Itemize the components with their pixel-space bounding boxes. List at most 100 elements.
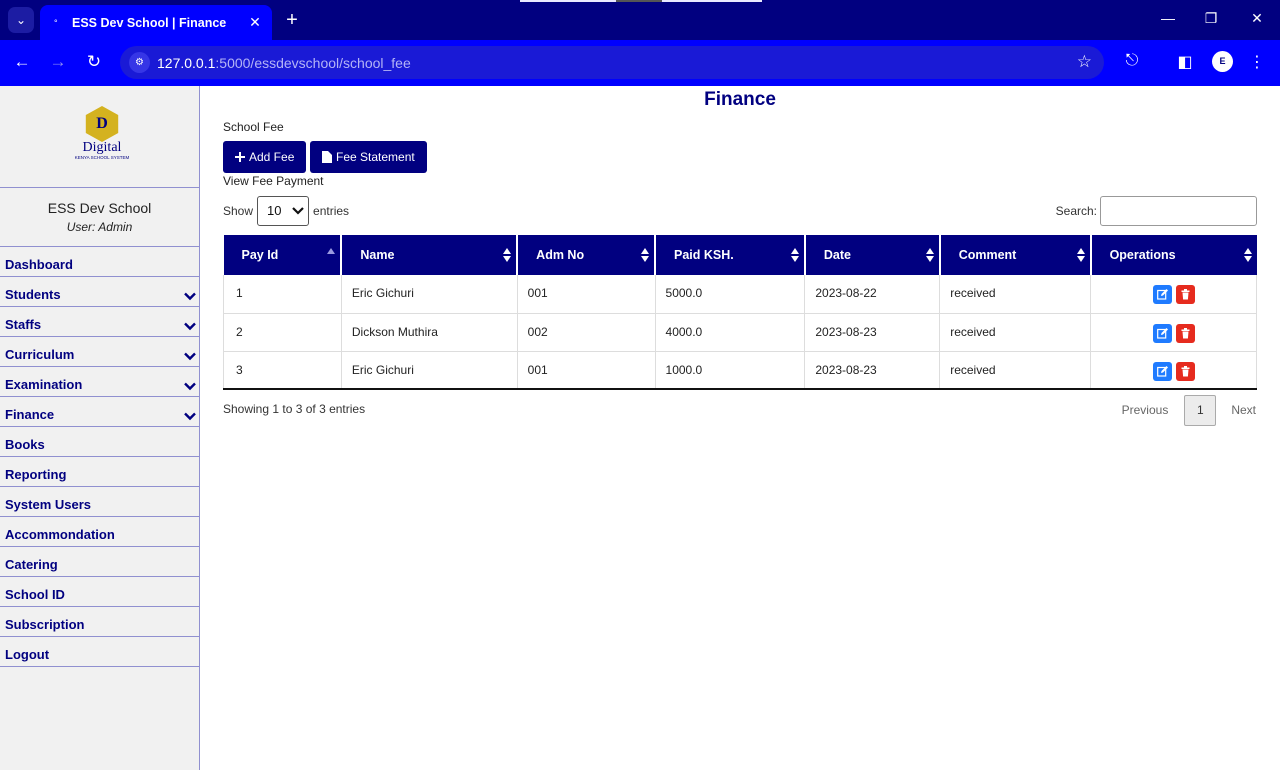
side-panel-icon[interactable]: ◧	[1174, 52, 1196, 72]
sidebar-item-finance[interactable]: Finance	[0, 397, 199, 427]
entries-label: entries	[313, 204, 350, 218]
browser-tab-strip: ⌄ ° ESS Dev School | Finance ✕ + — ❐ ✕	[0, 0, 1280, 40]
sidebar-item-accommondation[interactable]: Accommondation	[0, 517, 199, 547]
current-user: User: Admin	[66, 220, 133, 234]
sidebar-item-label: Logout	[5, 647, 50, 662]
edit-button[interactable]	[1152, 285, 1172, 304]
column-header-label: Pay Id	[241, 248, 279, 262]
sidebar-item-label: School ID	[5, 587, 65, 602]
column-header-pay-id[interactable]: Pay Id	[223, 235, 343, 275]
site-info-icon[interactable]: ⚙	[129, 52, 150, 73]
operations-cell	[1090, 351, 1257, 390]
column-header-paid-ksh[interactable]: Paid KSH.	[655, 235, 806, 275]
page-1-button[interactable]: 1	[1184, 395, 1217, 426]
sidebar-item-reporting[interactable]: Reporting	[0, 457, 199, 487]
sort-arrows-icon	[1243, 248, 1252, 262]
restore-icon[interactable]: ❐	[1201, 10, 1221, 27]
table-row: 2 Dickson Muthira 002 4000.0 2023-08-23 recei…	[223, 313, 1257, 352]
school-logo: D Digital KENYA SCHOOL SYSTEM	[74, 106, 130, 162]
sidebar-item-school-id[interactable]: School ID	[0, 577, 199, 607]
table-body: 1 Eric Gichuri 001 5000.0 2023-08-22 received…	[223, 275, 1257, 390]
section-label-view-fee: View Fee Payment	[223, 174, 324, 188]
chevron-down-icon	[184, 322, 196, 331]
table-cell: 002	[517, 313, 656, 352]
pagination: Previous 1 Next	[1106, 395, 1256, 426]
edit-button[interactable]	[1152, 361, 1172, 381]
profile-avatar-icon[interactable]: E	[1212, 51, 1233, 72]
extensions-puzzle-icon[interactable]: ⎋	[1121, 52, 1143, 70]
url-text[interactable]: 127.0.0.1:5000/essdevschool/school_fee	[157, 55, 411, 71]
school-name: ESS Dev School	[47, 200, 152, 216]
column-header-date[interactable]: Date	[804, 235, 941, 275]
table-cell: 5000.0	[655, 275, 806, 314]
sidebar-item-label: Finance	[5, 407, 55, 422]
add-fee-button[interactable]: Add Fee	[223, 141, 307, 173]
column-header-adm-no[interactable]: Adm No	[517, 235, 657, 275]
new-tab-plus-icon[interactable]: +	[282, 8, 302, 32]
minimize-icon[interactable]: —	[1158, 10, 1178, 26]
sidebar-item-subscription[interactable]: Subscription	[0, 607, 199, 637]
table-cell: 001	[517, 351, 656, 390]
sidebar-divider	[0, 187, 199, 188]
table-cell: 1	[223, 275, 342, 314]
menu-kebab-icon[interactable]: ⋮	[1246, 52, 1268, 72]
fee-statement-button[interactable]: Fee Statement	[310, 141, 427, 173]
back-arrow-icon[interactable]: ←	[11, 51, 33, 73]
bookmark-star-icon[interactable]: ☆	[1077, 52, 1092, 72]
edit-icon	[1156, 289, 1168, 300]
column-header-name[interactable]: Name	[341, 235, 519, 275]
next-page-button[interactable]: Next	[1216, 395, 1256, 426]
sort-arrows-icon	[641, 248, 650, 262]
sidebar: D Digital KENYA SCHOOL SYSTEM ESS Dev Sc…	[0, 86, 200, 770]
sidebar-item-label: Examination	[5, 377, 83, 392]
table-cell: 2023-08-23	[804, 351, 941, 390]
sidebar-item-label: Catering	[5, 557, 58, 572]
sidebar-item-curriculum[interactable]: Curriculum	[0, 337, 199, 367]
sidebar-item-examination[interactable]: Examination	[0, 367, 199, 397]
sidebar-item-dashboard[interactable]: Dashboard	[0, 249, 199, 277]
sidebar-item-books[interactable]: Books	[0, 427, 199, 457]
forward-arrow-icon[interactable]: →	[47, 51, 69, 73]
trash-icon	[1181, 327, 1190, 338]
logo-letter: D	[96, 115, 108, 132]
column-header-operations[interactable]: Operations	[1090, 235, 1257, 275]
column-header-comment[interactable]: Comment	[939, 235, 1092, 275]
sidebar-item-label: Staffs	[5, 317, 42, 332]
delete-button[interactable]	[1175, 323, 1195, 343]
sort-arrows-icon	[327, 248, 336, 254]
table-cell: Dickson Muthira	[341, 313, 518, 352]
column-header-label: Operations	[1109, 248, 1176, 262]
sidebar-item-label: Reporting	[5, 467, 67, 482]
browser-tab-active[interactable]: ° ESS Dev School | Finance ✕	[40, 5, 272, 40]
chevron-down-icon	[292, 207, 304, 215]
url-host: 127.0.0.1	[157, 55, 216, 71]
delete-button[interactable]	[1175, 285, 1195, 304]
sidebar-item-staffs[interactable]: Staffs	[0, 307, 199, 337]
window-close-icon[interactable]: ✕	[1247, 10, 1267, 27]
sidebar-item-students[interactable]: Students	[0, 277, 199, 307]
entries-length-control: Show 10 entries	[223, 196, 349, 226]
sidebar-item-logout[interactable]: Logout	[0, 637, 199, 667]
sidebar-item-label: Accommondation	[5, 527, 115, 542]
sidebar-menu: Dashboard Students Staffs Curriculum Examina…	[0, 249, 199, 667]
sort-arrows-icon	[790, 248, 799, 262]
logo-tagline: KENYA SCHOOL SYSTEM	[74, 155, 130, 160]
tab-search-chevron-icon[interactable]: ⌄	[8, 7, 34, 33]
table-header-row: Pay Id Name Adm No Paid KSH. Date Comment Oper…	[223, 235, 1257, 275]
section-label-school-fee: School Fee	[223, 120, 284, 134]
reload-icon[interactable]: ↻	[83, 51, 105, 73]
page-title: Finance	[704, 89, 776, 110]
column-header-label: Comment	[958, 248, 1017, 262]
table-cell: 1000.0	[655, 351, 806, 390]
sort-arrows-icon	[1076, 248, 1085, 262]
delete-button[interactable]	[1175, 361, 1195, 381]
tab-close-icon[interactable]: ✕	[244, 14, 266, 31]
search-input[interactable]	[1100, 196, 1257, 226]
entries-select-value: 10	[267, 203, 282, 218]
entries-select[interactable]: 10	[257, 196, 310, 226]
sidebar-item-system-users[interactable]: System Users	[0, 487, 199, 517]
address-bar[interactable]: ⚙ 127.0.0.1:5000/essdevschool/school_fee…	[120, 46, 1104, 79]
previous-page-button[interactable]: Previous	[1106, 395, 1185, 426]
sidebar-item-catering[interactable]: Catering	[0, 547, 199, 577]
edit-button[interactable]	[1152, 323, 1172, 343]
